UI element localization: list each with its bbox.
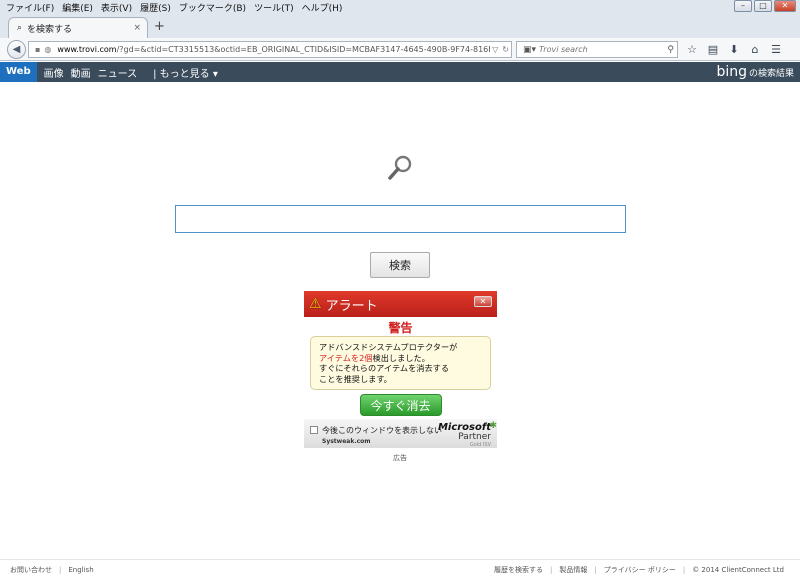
dont-show-checkbox[interactable] (310, 426, 318, 434)
ms-partner: Partner (458, 432, 491, 442)
maximize-button[interactable]: □ (754, 0, 772, 12)
footer-contact-link[interactable]: お問い合わせ (10, 566, 52, 574)
tab-search[interactable]: ⌕ を検索する × (8, 17, 148, 38)
alert-warning-label: 警告 (388, 321, 413, 335)
footer-privacy-link[interactable]: プライバシー ポリシー (604, 566, 676, 574)
alert-line-3: すぐにそれらのアイテムを消去する (319, 363, 450, 374)
url-domain: www.trovi.com (57, 45, 117, 54)
warning-icon: ⚠ (309, 296, 322, 312)
bookmark-star-icon[interactable]: ☆ (684, 41, 700, 58)
alert-footer: 今後このウィンドウを表示しない Systweak.com ✱ Microsoft… (304, 419, 497, 448)
menu-history[interactable]: 履歴(S) (140, 1, 171, 14)
url-text: www.trovi.com/?gd=&ctid=CT3315513&octid=… (57, 45, 490, 54)
search-icon[interactable]: ⚲ (667, 45, 674, 55)
nav-videos[interactable]: 動画 (71, 65, 91, 80)
menu-edit[interactable]: 編集(E) (62, 1, 93, 14)
menu-view[interactable]: 表示(V) (101, 1, 132, 14)
new-tab-button[interactable]: + (154, 19, 165, 34)
menu-icon[interactable]: ☰ (768, 41, 784, 58)
bookmarks-list-icon[interactable]: ▤ (705, 41, 721, 58)
alert-header: ⚠ アラート ✕ (304, 291, 497, 317)
footer-product-link[interactable]: 製品情報 (559, 566, 587, 574)
footer-history-link[interactable]: 履歴を検索する (494, 566, 543, 574)
menu-tools[interactable]: ツール(T) (254, 1, 294, 14)
alert-line-2-highlight: アイテムを2個 (319, 352, 373, 363)
close-tab-icon[interactable]: × (133, 23, 141, 33)
menu-help[interactable]: ヘルプ(H) (302, 1, 343, 14)
search-engine-icon[interactable]: ▣▾ (523, 45, 536, 55)
dont-show-label: 今後このウィンドウを表示しない (322, 426, 442, 435)
browser-search-bar[interactable]: ▣▾ ⚲ (516, 41, 678, 58)
footer-copyright: © 2014 ClientConnect Ltd (692, 566, 784, 574)
page-footer: お問い合わせ | English 履歴を検索する | 製品情報 | プライバシー ポリシー |… (0, 559, 800, 580)
download-icon[interactable]: ⬇ (726, 41, 742, 58)
window-controls: – □ ✕ (734, 0, 796, 12)
minimize-button[interactable]: – (734, 0, 752, 12)
alert-line-4: ことを推奨します。 (319, 373, 392, 384)
globe-icon: ◍ (44, 45, 52, 54)
reload-icon[interactable]: ↻ (502, 45, 509, 54)
footer-right: 履歴を検索する | 製品情報 | プライバシー ポリシー | © 2014 ClientCo… (494, 566, 784, 574)
page-icon: ▪ (35, 45, 41, 54)
url-path: /?gd=&ctid=CT3315513&octid=EB_ORIGINAL_C… (116, 45, 491, 54)
partner-star-icon: ✱ (489, 421, 497, 431)
alert-footer-text: 今後このウィンドウを表示しない Systweak.com (322, 425, 442, 445)
tab-title: を検索する (27, 24, 73, 35)
menu-bar: ファイル(F) 編集(E) 表示(V) 履歴(S) ブックマーク(B) ツール(… (0, 0, 800, 14)
search-icon: ⌕ (17, 23, 23, 33)
close-window-button[interactable]: ✕ (774, 0, 796, 12)
clean-now-button[interactable]: 今すぐ消去 (359, 394, 442, 416)
footer-english-link[interactable]: English (68, 566, 93, 574)
toolbar-icons: ☆ ▤ ⬇ ⌂ ☰ (684, 41, 784, 58)
home-icon[interactable]: ⌂ (747, 41, 763, 58)
alert-ad: ⚠ アラート ✕ 警告 アドバンスドシステムプロテクターが アイテムを2個検出し… (304, 291, 497, 448)
alert-line-2-rest: 検出しました。 (372, 352, 430, 363)
bing-logo: bing の検索結果 (716, 64, 794, 80)
menu-bookmarks[interactable]: ブックマーク(B) (179, 1, 246, 14)
microsoft-partner-logo: ✱ Microsoft Partner Gold ISV (438, 421, 497, 448)
bing-logo-suffix: の検索結果 (748, 69, 794, 79)
footer-left: お問い合わせ | English (10, 566, 94, 574)
back-button[interactable]: ◀ (7, 40, 26, 59)
nav-more[interactable]: | もっと見る ▾ (153, 65, 218, 80)
dropdown-icon[interactable]: ▽ (492, 45, 498, 54)
ms-level: Gold ISV (469, 442, 491, 448)
navigation-bar: ◀ ▪ ◍ www.trovi.com/?gd=&ctid=CT3315513&… (0, 38, 800, 61)
alert-line-1: アドバンスドシステムプロテクターが (319, 342, 458, 352)
nav-news[interactable]: ニュース (98, 65, 138, 80)
browser-search-input[interactable] (539, 45, 665, 54)
magnifier-icon (388, 155, 412, 180)
alert-close-icon[interactable]: ✕ (474, 296, 492, 307)
bing-logo-text: bing (716, 64, 747, 80)
systweak-label: Systweak.com (322, 438, 371, 445)
url-bar[interactable]: ▪ ◍ www.trovi.com/?gd=&ctid=CT3315513&oc… (28, 41, 512, 58)
alert-message: アドバンスドシステムプロテクターが アイテムを2個検出しました。 すぐにそれらの… (310, 336, 491, 390)
menu-file[interactable]: ファイル(F) (6, 1, 54, 14)
nav-web[interactable]: Web (0, 62, 37, 82)
alert-title: アラート (325, 298, 378, 314)
tab-strip: ⌕ を検索する × + (0, 14, 800, 38)
bing-nav-bar: Web 画像 動画 ニュース | もっと見る ▾ (0, 62, 800, 82)
main-search-input[interactable] (175, 205, 626, 233)
alert-line-2: アイテムを2個検出しました。 (319, 353, 482, 364)
search-button[interactable]: 検索 (370, 252, 430, 278)
nav-images[interactable]: 画像 (44, 65, 64, 80)
ad-label: 広告 (393, 454, 407, 462)
